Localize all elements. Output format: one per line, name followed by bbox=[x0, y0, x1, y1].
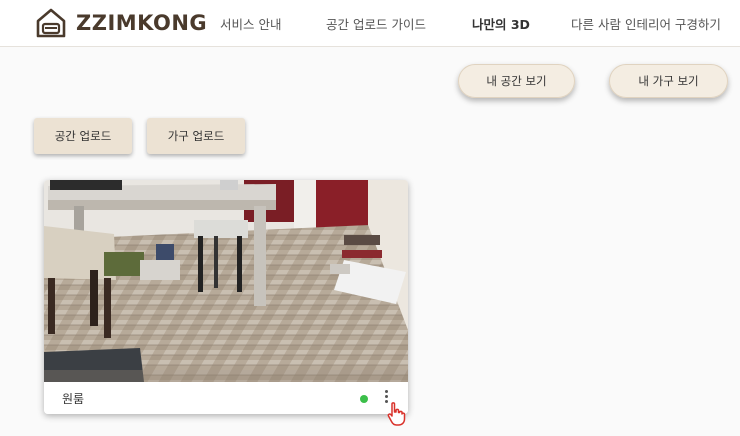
nav-service-info[interactable]: 서비스 안내 bbox=[220, 14, 281, 33]
top-navbar: ZZIMKONG 서비스 안내 공간 업로드 가이드 나만의 3D 다른 사람 … bbox=[0, 0, 740, 47]
brand-logo[interactable]: ZZIMKONG bbox=[34, 7, 207, 39]
space-card[interactable]: 원룸 bbox=[44, 180, 408, 414]
card-footer: 원룸 bbox=[44, 382, 408, 414]
nav-upload-guide[interactable]: 공간 업로드 가이드 bbox=[326, 14, 426, 33]
card-title: 원룸 bbox=[62, 392, 85, 406]
house-logo-icon bbox=[36, 8, 66, 38]
nav-browse-interiors[interactable]: 다른 사람 인테리어 구경하기 bbox=[571, 14, 721, 33]
status-dot bbox=[360, 395, 368, 403]
room-thumbnail[interactable] bbox=[44, 180, 408, 382]
furniture-upload-button[interactable]: 가구 업로드 bbox=[147, 118, 245, 154]
nav-my-3d[interactable]: 나만의 3D bbox=[472, 14, 530, 33]
brand-name: ZZIMKONG bbox=[76, 11, 208, 35]
my-space-button[interactable]: 내 공간 보기 bbox=[458, 64, 575, 98]
my-furniture-button[interactable]: 내 가구 보기 bbox=[609, 64, 728, 98]
hand-pointer-icon bbox=[387, 402, 406, 426]
space-upload-button[interactable]: 공간 업로드 bbox=[34, 118, 132, 154]
